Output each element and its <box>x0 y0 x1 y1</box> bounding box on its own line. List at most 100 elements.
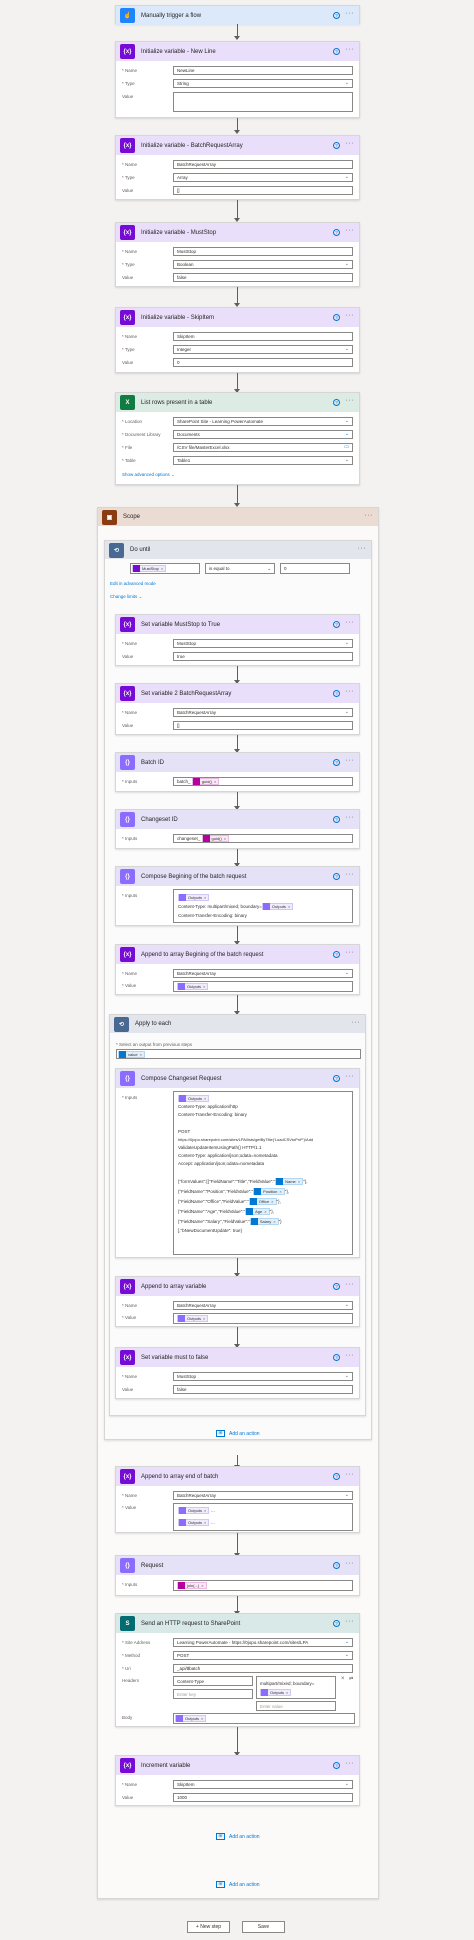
help-icon[interactable]: ? <box>333 1473 340 1480</box>
add-action-button[interactable]: ⊞ Add an action <box>216 1430 260 1437</box>
show-advanced-link[interactable]: Show advanced options ⌄ <box>122 472 175 478</box>
set-muststop-true-card[interactable]: {x} Set variable MustStop to True? ··· * N… <box>115 614 360 666</box>
type-select[interactable]: Integer ⌄ <box>173 345 353 354</box>
condition-left-field[interactable]: MustStop × <box>130 563 200 574</box>
init-variable-batchrequestarray-card[interactable]: {x} Initialize variable - BatchRequestArr… <box>115 135 360 200</box>
name-select[interactable]: BatchRequestArray ⌄ <box>173 1491 353 1500</box>
init-variable-newline-card[interactable]: {x} Initialize variable - New Line? ··· * … <box>115 41 360 118</box>
header-key-field[interactable]: Content-Type <box>173 1676 253 1686</box>
help-icon[interactable]: ? <box>333 229 340 236</box>
set-must-false-card[interactable]: {x} Set variable must to false? ··· * Name… <box>115 1347 360 1399</box>
inputs-field[interactable]: join(...) × <box>173 1580 353 1591</box>
help-icon[interactable]: ? <box>333 1762 340 1769</box>
help-icon[interactable]: ? <box>333 314 340 321</box>
type-select[interactable]: Boolean ⌄ <box>173 260 353 269</box>
name-field[interactable]: BatchRequestArray <box>173 160 353 169</box>
name-field[interactable]: NewLine <box>173 66 353 75</box>
name-select[interactable]: SkipItem ⌄ <box>173 1780 353 1789</box>
trigger-card[interactable]: ☝ Manually trigger a flow? ··· <box>115 5 360 25</box>
operator-select[interactable]: is equal to ⌄ <box>205 563 275 574</box>
value-field[interactable]: [] <box>173 721 353 730</box>
set-variable-2-card[interactable]: {x} Set variable 2 BatchRequestArray? ··· … <box>115 683 360 735</box>
more-options-icon[interactable]: ··· <box>346 10 355 17</box>
changeset-id-card[interactable]: {} Changeset ID? ··· * Inputs changeset_ gu… <box>115 809 360 849</box>
batch-id-card[interactable]: {} Batch ID? ··· * Inputs batch_ guid() × <box>115 752 360 792</box>
help-icon[interactable]: ? <box>333 951 340 958</box>
value-field[interactable]: 1000 <box>173 1793 353 1802</box>
value-field[interactable]: false <box>173 1385 353 1394</box>
more-options-icon[interactable]: ··· <box>346 1618 355 1625</box>
more-options-icon[interactable]: ··· <box>346 1560 355 1567</box>
more-options-icon[interactable]: ··· <box>346 1471 355 1478</box>
help-icon[interactable]: ? <box>333 1354 340 1361</box>
name-field[interactable]: SkipItem <box>173 332 353 341</box>
increment-variable-card[interactable]: {x} Increment variable? ··· * Name SkipItem… <box>115 1755 360 1806</box>
help-icon[interactable]: ? <box>333 48 340 55</box>
inputs-field[interactable]: batch_ guid() × <box>173 777 353 786</box>
table-select[interactable]: Table1 ⌄ <box>173 456 353 465</box>
delete-header-icon[interactable]: × <box>341 1676 345 1682</box>
type-select[interactable]: Array ⌄ <box>173 173 353 182</box>
more-options-icon[interactable]: ··· <box>346 397 355 404</box>
more-options-icon[interactable]: ··· <box>346 140 355 147</box>
edit-advanced-link[interactable]: Edit in advanced mode <box>110 581 156 586</box>
http-request-card[interactable]: S Send an HTTP request to SharePoint? ··· … <box>115 1613 360 1727</box>
add-action-button[interactable]: ⊞ Add an action <box>216 1833 260 1840</box>
inputs-field[interactable]: Outputs × Content-Type: application/http … <box>173 1091 353 1255</box>
more-options-icon[interactable]: ··· <box>346 757 355 764</box>
type-select[interactable]: String ⌄ <box>173 79 353 88</box>
value-field[interactable] <box>173 92 353 112</box>
name-select[interactable]: MustStop ⌄ <box>173 639 353 648</box>
init-variable-skipitem-card[interactable]: {x} Initialize variable - SkipItem? ··· * … <box>115 307 360 373</box>
name-select[interactable]: BatchRequestArray ⌄ <box>173 708 353 717</box>
value-field[interactable]: Outputs × <box>173 981 353 992</box>
save-button[interactable]: Save <box>242 1921 285 1933</box>
compose-changeset-card[interactable]: {} Compose Changeset Request? ··· * Inputs… <box>115 1068 360 1258</box>
append-begining-card[interactable]: {x} Append to array Begining of the batch… <box>115 944 360 995</box>
file-picker[interactable]: /CSV file/MasterExcel.xlsx ▭ <box>173 443 353 452</box>
append-end-batch-card[interactable]: {x} Append to array end of batch? ··· * Na… <box>115 1466 360 1533</box>
header-key-placeholder[interactable]: Enter key <box>173 1689 253 1699</box>
switch-to-text-icon[interactable]: ⇄ <box>349 1676 353 1682</box>
body-field[interactable]: Outputs × <box>173 1713 355 1724</box>
help-icon[interactable]: ? <box>333 873 340 880</box>
help-icon[interactable]: ? <box>333 621 340 628</box>
header-value-field[interactable]: multipart/mixed; boundary= Outputs × <box>256 1676 336 1699</box>
help-icon[interactable]: ? <box>333 690 340 697</box>
doclib-select[interactable]: Documents ⌄ <box>173 430 353 439</box>
name-field[interactable]: MustStop <box>173 247 353 256</box>
help-icon[interactable]: ? <box>333 759 340 766</box>
more-options-icon[interactable]: ··· <box>346 949 355 956</box>
uri-field[interactable]: _api/$batch <box>173 1664 353 1673</box>
more-options-icon[interactable]: ··· <box>346 1760 355 1767</box>
more-options-icon[interactable]: ··· <box>352 1019 361 1026</box>
more-options-icon[interactable]: ··· <box>365 512 374 519</box>
name-select[interactable]: BatchRequestArray ⌄ <box>173 969 353 978</box>
help-icon[interactable]: ? <box>333 142 340 149</box>
more-options-icon[interactable]: ··· <box>346 619 355 626</box>
help-icon[interactable]: ? <box>333 1620 340 1627</box>
more-options-icon[interactable]: ··· <box>358 545 367 552</box>
value-field[interactable]: Outputs × … Outputs × … <box>173 1503 353 1531</box>
value-field[interactable]: false <box>173 273 353 282</box>
help-icon[interactable]: ? <box>333 12 340 19</box>
help-icon[interactable]: ? <box>333 1283 340 1290</box>
add-action-button[interactable]: ⊞ Add an action <box>216 1881 260 1888</box>
value-field[interactable]: Outputs × <box>173 1313 353 1324</box>
more-options-icon[interactable]: ··· <box>346 1281 355 1288</box>
more-options-icon[interactable]: ··· <box>346 46 355 53</box>
condition-right-field[interactable]: 0 <box>280 563 350 574</box>
more-options-icon[interactable]: ··· <box>346 688 355 695</box>
more-options-icon[interactable]: ··· <box>346 814 355 821</box>
select-output-field[interactable]: value × <box>116 1049 361 1059</box>
init-variable-muststop-card[interactable]: {x} Initialize variable - MustStop? ··· * … <box>115 222 360 287</box>
help-icon[interactable]: ? <box>333 1075 340 1082</box>
site-address-select[interactable]: Learning PowerAutomate - https://0jopo.s… <box>173 1638 353 1647</box>
more-options-icon[interactable]: ··· <box>346 227 355 234</box>
inputs-field[interactable]: changeset_ guid() × <box>173 834 353 843</box>
new-step-button[interactable]: + New step <box>187 1921 230 1933</box>
method-select[interactable]: POST ⌄ <box>173 1651 353 1660</box>
name-select[interactable]: BatchRequestArray ⌄ <box>173 1301 353 1310</box>
more-options-icon[interactable]: ··· <box>346 1073 355 1080</box>
request-card[interactable]: {} Request? ··· * Inputs join(...) × <box>115 1555 360 1596</box>
